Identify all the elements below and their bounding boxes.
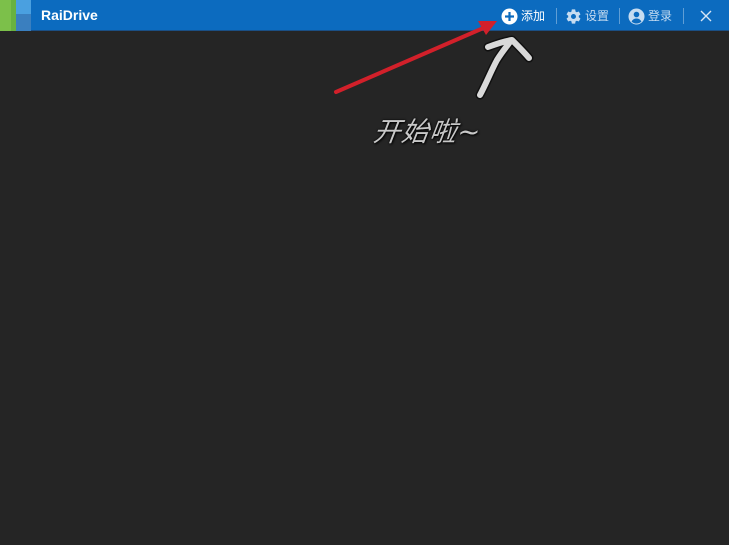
user-circle-icon xyxy=(628,8,645,24)
toolbar-divider xyxy=(683,8,684,24)
title-bar: RaiDrive 添加 设置 登录 xyxy=(0,0,729,31)
gear-icon xyxy=(566,8,581,24)
login-button[interactable]: 登录 xyxy=(628,6,672,26)
login-button-label: 登录 xyxy=(648,9,673,23)
plus-circle-icon xyxy=(501,8,518,24)
settings-button[interactable]: 设置 xyxy=(565,6,609,26)
start-caption: 开始啦~ xyxy=(371,117,484,148)
raidrive-logo-icon xyxy=(0,0,31,31)
annotation-arrows xyxy=(334,21,534,100)
hand-drawn-arrow-icon xyxy=(475,35,534,100)
add-button-label: 添加 xyxy=(521,9,546,23)
tutorial-annotation: 开始啦~ xyxy=(0,0,729,545)
settings-button-label: 设置 xyxy=(585,9,610,23)
toolbar-divider xyxy=(619,8,620,24)
toolbar-divider xyxy=(556,8,557,24)
close-button[interactable] xyxy=(694,4,718,28)
close-icon xyxy=(700,10,712,22)
app-title: RaiDrive xyxy=(41,7,98,23)
raidrive-window: RaiDrive 添加 设置 登录 开始啦~ xyxy=(0,0,729,545)
red-arrow-icon xyxy=(334,21,497,94)
add-button[interactable]: 添加 xyxy=(501,6,545,26)
